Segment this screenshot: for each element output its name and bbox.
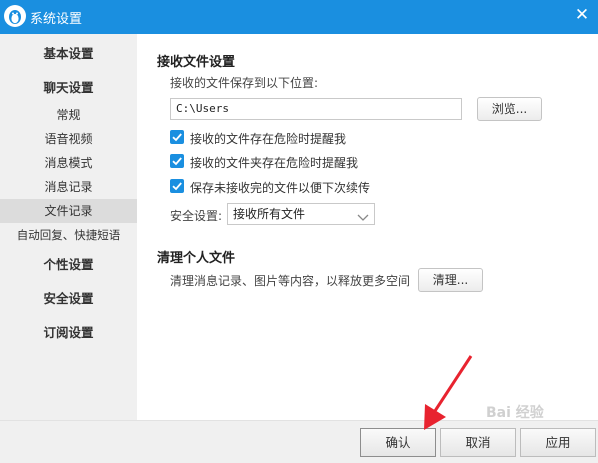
- cleanup-title: 清理个人文件: [157, 251, 236, 266]
- save-location-label: 接收的文件保存到以下位置:: [170, 76, 319, 90]
- close-icon[interactable]: ✕: [570, 3, 594, 27]
- title-bar: 系统设置 ✕: [0, 0, 598, 34]
- apply-button[interactable]: 应用: [520, 428, 596, 457]
- sidebar-item-subscription[interactable]: 订阅设置: [0, 323, 137, 343]
- checkbox-label: 接收的文件夹存在危险时提醒我: [190, 156, 359, 170]
- checked-checkbox[interactable]: [170, 154, 184, 168]
- checkbox-label: 保存未接收完的文件以便下次续传: [190, 181, 371, 195]
- checked-checkbox[interactable]: [170, 130, 184, 144]
- chevron-down-icon: [357, 209, 369, 229]
- sidebar-item-basic[interactable]: 基本设置: [0, 44, 137, 64]
- save-path-input[interactable]: C:\Users: [170, 98, 462, 120]
- security-setting-label: 安全设置:: [170, 209, 223, 223]
- sidebar-item-chat[interactable]: 聊天设置: [0, 78, 137, 98]
- window-title: 系统设置: [30, 12, 83, 27]
- receive-files-title: 接收文件设置: [157, 55, 236, 70]
- cleanup-description: 清理消息记录、图片等内容，以释放更多空间: [170, 274, 411, 288]
- sidebar-item-personal[interactable]: 个性设置: [0, 255, 137, 275]
- sidebar-item-message-history[interactable]: 消息记录: [0, 177, 137, 197]
- security-select[interactable]: 接收所有文件: [227, 203, 375, 225]
- confirm-button[interactable]: 确认: [360, 428, 436, 457]
- watermark: Bai 经验: [486, 405, 544, 421]
- sidebar-item-message-mode[interactable]: 消息模式: [0, 153, 137, 173]
- checkbox-label: 接收的文件存在危险时提醒我: [190, 132, 347, 146]
- security-select-value: 接收所有文件: [233, 207, 306, 221]
- dialog-footer: 确认 取消 应用: [0, 420, 598, 463]
- browse-button[interactable]: 浏览...: [477, 97, 542, 121]
- settings-sidebar: 基本设置 聊天设置 常规 语音视频 消息模式 消息记录 文件记录 自动回复、快捷…: [0, 34, 137, 420]
- cleanup-button[interactable]: 清理...: [418, 268, 483, 292]
- penguin-logo-icon: [4, 5, 26, 27]
- cancel-button[interactable]: 取消: [440, 428, 516, 457]
- sidebar-item-general[interactable]: 常规: [0, 105, 137, 125]
- sidebar-item-auto-reply[interactable]: 自动回复、快捷短语: [0, 225, 137, 245]
- checked-checkbox[interactable]: [170, 179, 184, 193]
- sidebar-item-security[interactable]: 安全设置: [0, 289, 137, 309]
- sidebar-item-voice-video[interactable]: 语音视频: [0, 129, 137, 149]
- settings-content: 接收文件设置 接收的文件保存到以下位置: C:\Users 浏览... 接收的文…: [137, 34, 598, 420]
- sidebar-item-file-history[interactable]: 文件记录: [0, 199, 137, 223]
